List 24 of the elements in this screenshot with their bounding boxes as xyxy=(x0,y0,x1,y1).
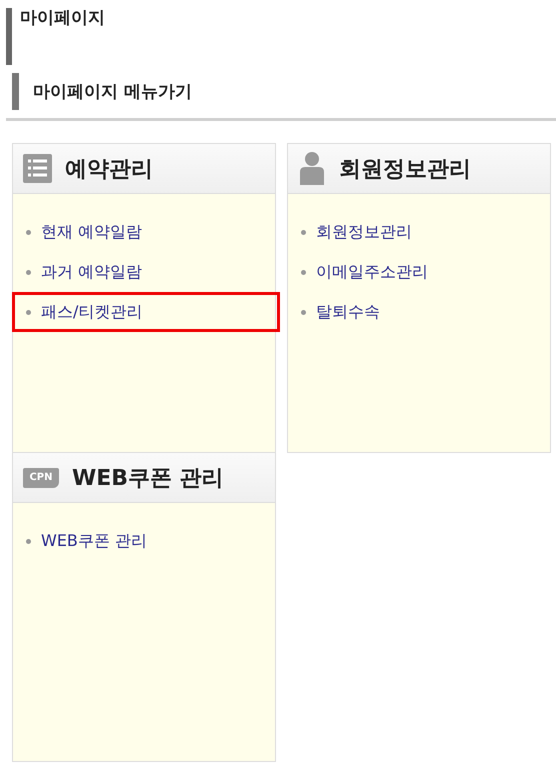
page-title: 마이페이지 xyxy=(20,8,105,30)
menu-link[interactable]: 패스/티켓관리 xyxy=(41,302,142,322)
card-title: WEB쿠폰 관리 xyxy=(72,464,224,492)
menu-link[interactable]: 탈퇴수속 xyxy=(316,302,380,322)
person-icon xyxy=(298,152,326,185)
card-title: 예약관리 xyxy=(65,156,153,184)
bullet-icon xyxy=(26,230,31,234)
menu-link[interactable]: 이메일주소관리 xyxy=(316,262,428,282)
bullet-icon xyxy=(301,270,306,274)
bullet-icon xyxy=(26,270,31,274)
bullet-icon xyxy=(301,230,306,234)
bullet-icon xyxy=(26,538,31,544)
coupon-icon: CPN xyxy=(23,468,59,488)
bullet-icon xyxy=(26,310,31,314)
menu-link[interactable]: 과거 예약일람 xyxy=(41,262,142,282)
heading-marker xyxy=(12,73,19,110)
list-icon xyxy=(23,154,52,183)
menu-link[interactable]: 현재 예약일람 xyxy=(41,222,142,242)
menu-link[interactable]: 회원정보관리 xyxy=(316,222,412,242)
menu-link[interactable]: WEB쿠폰 관리 xyxy=(41,530,147,552)
bullet-icon xyxy=(301,310,306,314)
card-title: 회원정보관리 xyxy=(339,156,471,184)
heading-marker xyxy=(6,8,12,65)
section-title: 마이페이지 메뉴가기 xyxy=(33,81,192,103)
